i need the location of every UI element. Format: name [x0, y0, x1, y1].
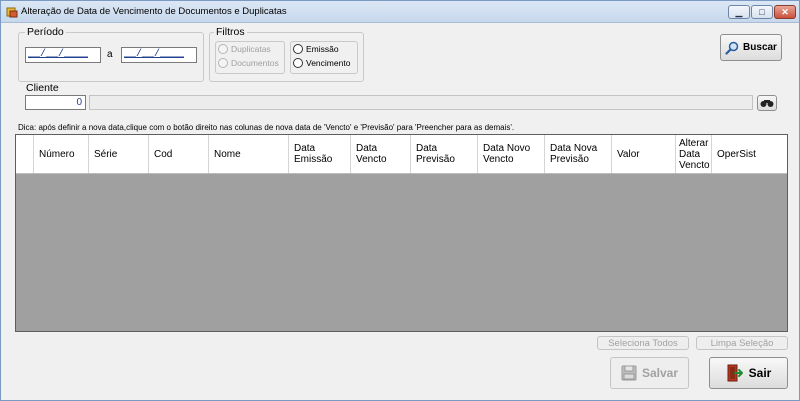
binoculars-icon — [760, 98, 774, 108]
radio-emissao[interactable]: Emissão — [293, 44, 339, 54]
radio-vencimento-label: Vencimento — [306, 58, 351, 68]
buscar-label: Buscar — [743, 42, 777, 53]
magnifier-icon — [725, 41, 739, 55]
cliente-code-input[interactable]: 0 — [25, 95, 86, 110]
column-cod[interactable]: Cod — [149, 135, 209, 173]
period-separator: a — [107, 49, 113, 60]
floppy-disk-icon — [621, 365, 637, 381]
minimize-button[interactable]: ▁ — [728, 5, 750, 19]
column-serie[interactable]: Série — [89, 135, 149, 173]
salvar-button[interactable]: Salvar — [610, 357, 689, 389]
documents-grid[interactable]: Número Série Cod Nome Data Emissão Data … — [15, 134, 788, 332]
radio-dot — [293, 58, 303, 68]
periodo-label: Período — [25, 26, 66, 38]
column-data-previsao[interactable]: Data Previsão — [411, 135, 478, 173]
maximize-button[interactable]: □ — [751, 5, 773, 19]
start-date-input[interactable]: __/__/____ — [25, 47, 101, 63]
cliente-name-field — [89, 95, 753, 110]
hint-text: Dica: após definir a nova data,clique co… — [18, 123, 515, 132]
column-alterar-data-vencto[interactable]: Alterar Data Vencto — [676, 135, 712, 173]
column-valor[interactable]: Valor — [612, 135, 676, 173]
radio-duplicatas-label: Duplicatas — [231, 44, 271, 54]
title-bar[interactable]: Alteração de Data de Vencimento de Docum… — [1, 1, 799, 23]
column-nome[interactable]: Nome — [209, 135, 289, 173]
radio-documentos[interactable]: Documentos — [218, 58, 279, 68]
radio-documentos-label: Documentos — [231, 58, 279, 68]
salvar-label: Salvar — [641, 366, 679, 380]
column-data-emissao[interactable]: Data Emissão — [289, 135, 351, 173]
seleciona-todos-button[interactable]: Seleciona Todos — [597, 336, 689, 350]
radio-emissao-label: Emissão — [306, 44, 339, 54]
column-numero[interactable]: Número — [34, 135, 89, 173]
column-data-vencto[interactable]: Data Vencto — [351, 135, 411, 173]
column-opersist[interactable]: OperSist — [712, 135, 787, 173]
radio-duplicatas[interactable]: Duplicatas — [218, 44, 271, 54]
radio-dot — [293, 44, 303, 54]
radio-dot — [218, 44, 228, 54]
filtros-label: Filtros — [214, 26, 247, 38]
exit-door-icon — [726, 364, 744, 382]
radio-vencimento[interactable]: Vencimento — [293, 58, 350, 68]
close-button[interactable]: ✕ — [774, 5, 796, 19]
sair-button[interactable]: Sair — [709, 357, 788, 389]
radio-dot — [218, 58, 228, 68]
sair-label: Sair — [748, 366, 772, 380]
window-title: Alteração de Data de Vencimento de Docum… — [21, 6, 287, 17]
main-window: Alteração de Data de Vencimento de Docum… — [0, 0, 800, 401]
app-icon — [6, 6, 18, 18]
row-header-corner — [16, 135, 34, 173]
grid-header: Número Série Cod Nome Data Emissão Data … — [16, 135, 787, 174]
cliente-lookup-button[interactable] — [757, 95, 777, 111]
buscar-button[interactable]: Buscar — [720, 34, 782, 61]
end-date-input[interactable]: __/__/____ — [121, 47, 197, 63]
cliente-label: Cliente — [26, 82, 59, 94]
column-data-novo-vencto[interactable]: Data Novo Vencto — [478, 135, 545, 173]
column-data-nova-previsao[interactable]: Data Nova Previsão — [545, 135, 612, 173]
limpa-selecao-button[interactable]: Limpa Seleção — [696, 336, 788, 350]
